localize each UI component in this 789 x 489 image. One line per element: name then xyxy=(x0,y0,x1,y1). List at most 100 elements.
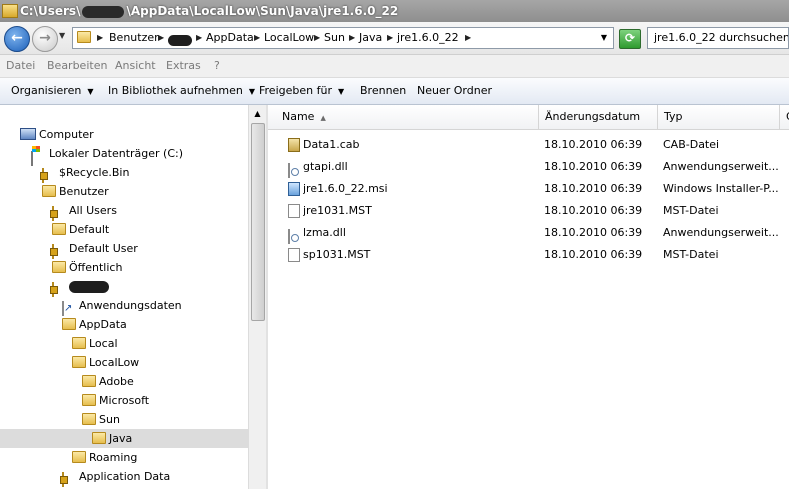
breadcrumb-jre[interactable]: jre1.6.0_22 xyxy=(397,28,459,48)
menu-help[interactable]: ? xyxy=(214,59,220,72)
cab-file-icon xyxy=(288,138,300,152)
tree-item-local[interactable]: Local xyxy=(0,334,248,353)
scrollbar-thumb[interactable] xyxy=(251,123,265,321)
file-date: 18.10.2010 06:39 xyxy=(544,204,643,217)
breadcrumb-separator-icon[interactable]: ▶ xyxy=(97,28,103,48)
breadcrumb-sun[interactable]: Sun xyxy=(324,28,345,48)
table-row[interactable]: jre1031.MST 18.10.2010 06:39 MST-Datei xyxy=(268,200,789,222)
forward-button[interactable]: → xyxy=(32,26,58,52)
command-bar: Organisieren ▼ In Bibliothek aufnehmen ▼ F… xyxy=(0,78,789,105)
new-folder-button[interactable]: Neuer Ordner xyxy=(417,84,492,97)
dll-file-icon xyxy=(288,163,290,178)
file-type: Windows Installer-P... xyxy=(663,182,778,195)
breadcrumb-locallow[interactable]: LocalLow xyxy=(264,28,314,48)
tree-item-recycle-bin[interactable]: $Recycle.Bin xyxy=(0,163,248,183)
chevron-down-icon: ▼ xyxy=(337,87,345,96)
breadcrumb-separator-icon[interactable]: ▶ xyxy=(254,28,260,48)
breadcrumb-benutzer[interactable]: Benutzer xyxy=(109,28,159,48)
breadcrumb-separator-icon[interactable]: ▶ xyxy=(465,28,471,48)
folder-icon xyxy=(52,261,66,273)
tree-item-default-user[interactable]: Default User xyxy=(0,239,248,259)
include-in-library-label: In Bibliothek aufnehmen xyxy=(108,84,243,97)
tree-item-label: LocalLow xyxy=(89,356,140,369)
tree-item-adobe[interactable]: Adobe xyxy=(0,372,248,391)
folder-icon xyxy=(52,223,66,235)
locked-folder-icon xyxy=(42,168,44,183)
file-name: Data1.cab xyxy=(303,138,360,151)
column-header-date[interactable]: Änderungsdatum xyxy=(539,105,658,129)
recent-pages-dropdown[interactable]: ▼ xyxy=(59,31,65,40)
tree-item-label: Anwendungsdaten xyxy=(79,299,182,312)
breadcrumb-separator-icon[interactable]: ▶ xyxy=(196,28,202,48)
tree-item-label: Java xyxy=(109,432,133,445)
tree-item-anwendungsdaten[interactable]: Anwendungsdaten xyxy=(0,296,248,316)
tree-item-local-disk[interactable]: Lokaler Datenträger (C:) xyxy=(0,144,248,166)
tree-item-appdata[interactable]: AppData xyxy=(0,315,248,334)
address-history-dropdown[interactable]: ▼ xyxy=(601,28,607,48)
tree-item-application-data[interactable]: Application Data xyxy=(0,467,248,487)
tree-item-computer[interactable]: Computer xyxy=(0,125,248,144)
window-title-suffix: \AppData\LocalLow\Sun\Java\jre1.6.0_22 xyxy=(126,4,399,18)
scroll-up-button[interactable]: ▲ xyxy=(249,105,266,122)
tree-item-benutzer[interactable]: Benutzer xyxy=(0,182,248,201)
menu-datei[interactable]: Datei xyxy=(6,59,35,72)
table-row[interactable]: jre1.6.0_22.msi 18.10.2010 06:39 Windows… xyxy=(268,178,789,200)
folder-icon xyxy=(42,185,56,197)
burn-button[interactable]: Brennen xyxy=(360,84,406,97)
title-bar[interactable]: C:\Users\ \AppData\LocalLow\Sun\Java\jre1… xyxy=(0,0,789,22)
table-row[interactable]: gtapi.dll 18.10.2010 06:39 Anwendungserw… xyxy=(268,156,789,178)
table-row[interactable]: lzma.dll 18.10.2010 06:39 Anwendungserwe… xyxy=(268,222,789,244)
column-header-label: Änderungsdatum xyxy=(545,110,641,123)
msi-file-icon xyxy=(288,182,300,196)
menu-ansicht[interactable]: Ansicht xyxy=(115,59,156,72)
redacted-username xyxy=(82,5,125,18)
back-button[interactable]: ← xyxy=(4,26,30,52)
locked-folder-icon xyxy=(52,206,54,221)
breadcrumb-redacted-user[interactable] xyxy=(168,33,192,48)
include-in-library-button[interactable]: In Bibliothek aufnehmen ▼ xyxy=(108,84,255,97)
tree-item-locallow[interactable]: LocalLow xyxy=(0,353,248,372)
breadcrumb-separator-icon[interactable]: ▶ xyxy=(314,28,320,48)
tree-item-label: All Users xyxy=(69,204,117,217)
organize-button[interactable]: Organisieren ▼ xyxy=(11,84,93,97)
tree-item-sun[interactable]: Sun xyxy=(0,410,248,429)
column-header-name[interactable]: Name ▲ xyxy=(268,105,539,129)
table-row[interactable]: sp1031.MST 18.10.2010 06:39 MST-Datei xyxy=(268,244,789,266)
column-header-size[interactable]: G xyxy=(780,105,789,129)
tree-item-redacted-user[interactable] xyxy=(0,277,248,297)
table-row[interactable]: Data1.cab 18.10.2010 06:39 CAB-Datei xyxy=(268,134,789,156)
locked-folder-icon xyxy=(62,472,64,487)
breadcrumb-appdata[interactable]: AppData xyxy=(206,28,254,48)
folder-icon xyxy=(72,337,86,349)
file-type: CAB-Datei xyxy=(663,138,720,151)
navigation-pane-scrollbar[interactable]: ▲ xyxy=(248,105,266,489)
redacted-username xyxy=(168,35,192,46)
document-icon xyxy=(288,204,300,218)
file-date: 18.10.2010 06:39 xyxy=(544,138,643,151)
breadcrumb-java[interactable]: Java xyxy=(359,28,382,48)
search-input[interactable]: jre1.6.0_22 durchsuchen xyxy=(647,27,789,49)
file-name: jre1031.MST xyxy=(303,204,372,217)
menu-bearbeiten[interactable]: Bearbeiten xyxy=(47,59,107,72)
folder-icon xyxy=(77,31,91,43)
share-with-button[interactable]: Freigeben für ▼ xyxy=(259,84,344,97)
refresh-button[interactable]: ⟳ xyxy=(619,29,641,49)
tree-item-all-users[interactable]: All Users xyxy=(0,201,248,221)
file-type: MST-Datei xyxy=(663,248,719,261)
menu-extras[interactable]: Extras xyxy=(166,59,201,72)
tree-item-label: Öffentlich xyxy=(69,261,123,274)
breadcrumb[interactable]: ▶ Benutzer ▶ ▶ AppData ▶ LocalLow ▶ Sun … xyxy=(72,27,614,49)
tree-item-oeffentlich[interactable]: Öffentlich xyxy=(0,258,248,277)
back-arrow-icon: ← xyxy=(11,30,23,46)
breadcrumb-separator-icon[interactable]: ▶ xyxy=(387,28,393,48)
tree-item-roaming[interactable]: Roaming xyxy=(0,448,248,467)
navigation-pane: Computer Lokaler Datenträger (C:) $Recyc… xyxy=(0,105,248,489)
breadcrumb-separator-icon[interactable]: ▶ xyxy=(349,28,355,48)
dll-file-icon xyxy=(288,229,290,244)
tree-item-microsoft[interactable]: Microsoft xyxy=(0,391,248,410)
column-header-type[interactable]: Typ xyxy=(658,105,780,129)
tree-item-default[interactable]: Default xyxy=(0,220,248,239)
file-date: 18.10.2010 06:39 xyxy=(544,182,643,195)
tree-item-java[interactable]: Java xyxy=(0,429,248,448)
breadcrumb-separator-icon[interactable]: ▶ xyxy=(158,28,164,48)
